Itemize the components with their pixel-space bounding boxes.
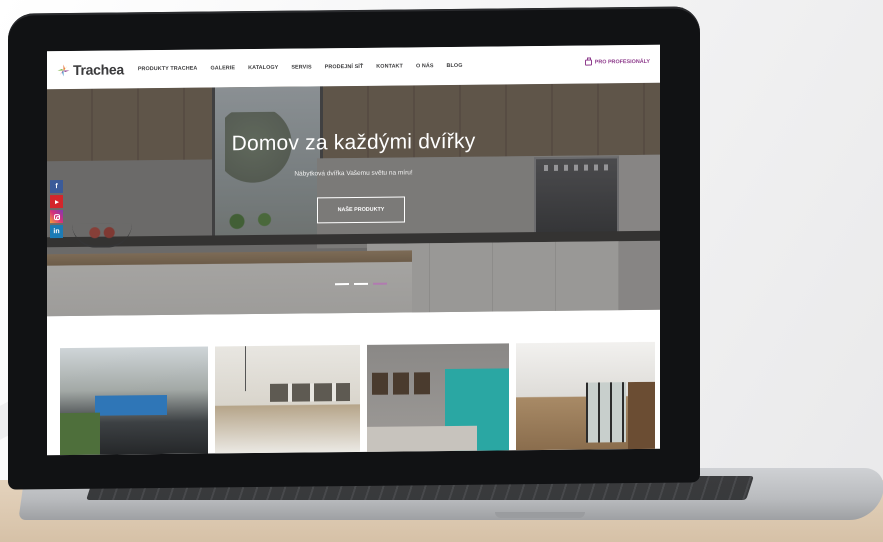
- site-logo[interactable]: Trachea: [56, 61, 124, 78]
- garden-plants: [60, 412, 100, 456]
- briefcase-icon: [584, 59, 592, 66]
- nav-item-o-nas[interactable]: O NÁS: [416, 63, 434, 69]
- youtube-icon: [54, 199, 59, 204]
- nase-produkty-button[interactable]: NAŠE PRODUKTY: [317, 196, 405, 224]
- bed: [367, 425, 477, 452]
- blue-cabinets: [95, 394, 167, 416]
- laptop-notch: [495, 512, 585, 518]
- linkedin-button[interactable]: in: [50, 225, 63, 239]
- linkedin-icon: in: [53, 228, 60, 236]
- social-sidebar: f in: [50, 180, 63, 240]
- gallery-grid: [60, 341, 655, 456]
- nav-item-prodejni-sit[interactable]: PRODEJNÍ SÍŤ: [325, 64, 364, 70]
- nav-item-produkty[interactable]: PRODUKTY TRACHEA: [138, 66, 198, 73]
- gallery-item-kitchen-white[interactable]: [215, 344, 360, 454]
- open-shelf: [270, 383, 350, 402]
- laptop-screen: Trachea PRODUKTY TRACHEA GALERIE KATALOG…: [47, 44, 660, 456]
- nav-item-kontakt[interactable]: KONTAKT: [376, 63, 403, 69]
- gallery-item-kitchen-blue[interactable]: [60, 346, 208, 456]
- pendant-lamp: [245, 346, 246, 392]
- site-header: Trachea PRODUKTY TRACHEA GALERIE KATALOG…: [47, 44, 660, 90]
- instagram-button[interactable]: [50, 210, 63, 224]
- pro-profesionaly-link[interactable]: PRO PROFESIONÁLY: [584, 58, 650, 66]
- facebook-button[interactable]: f: [50, 180, 63, 194]
- nav-item-katalogy[interactable]: KATALOGY: [248, 65, 278, 71]
- slider-dot-1[interactable]: [335, 283, 349, 286]
- gallery-item-kitchen-wood[interactable]: [516, 341, 655, 451]
- pro-profesionaly-label: PRO PROFESIONÁLY: [594, 58, 650, 66]
- wall-art: [372, 372, 430, 395]
- window-grille: [586, 382, 626, 443]
- facebook-icon: f: [55, 183, 58, 191]
- nav-item-blog[interactable]: BLOG: [447, 63, 463, 69]
- wood-cabinet: [628, 381, 655, 450]
- nav-item-galerie[interactable]: GALERIE: [210, 65, 235, 71]
- slider-dot-3[interactable]: [373, 282, 387, 285]
- slider-dot-2[interactable]: [354, 282, 368, 285]
- main-nav: PRODUKTY TRACHEA GALERIE KATALOGY SERVIS…: [138, 63, 476, 73]
- gallery-item-bedroom-teal[interactable]: [367, 343, 509, 452]
- logo-text: Trachea: [73, 61, 124, 78]
- hero-banner: Domov za každými dvířky Nábytková dvířka…: [47, 82, 660, 317]
- instagram-icon: [53, 213, 60, 220]
- flower-logo-icon: [57, 64, 70, 77]
- nav-item-servis[interactable]: SERVIS: [291, 64, 311, 70]
- youtube-button[interactable]: [50, 195, 63, 209]
